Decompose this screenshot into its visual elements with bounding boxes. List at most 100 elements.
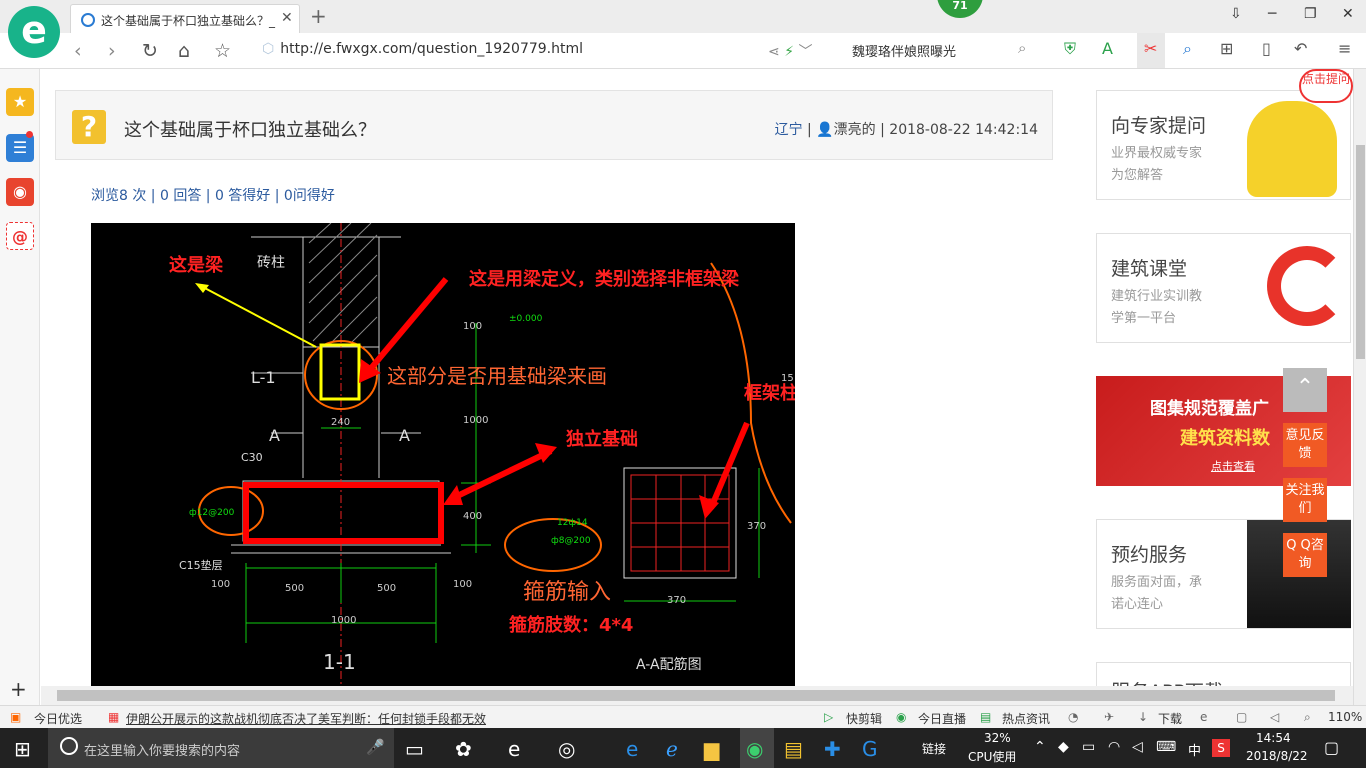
cad-label-a-right: A — [399, 426, 410, 445]
translate-icon[interactable]: A — [1102, 39, 1113, 58]
keyboard-icon[interactable]: ⌨ — [1156, 739, 1176, 755]
ad-app-download[interactable]: 服务APP下载 — [1096, 662, 1351, 686]
cad-drawing-image: 这是梁 这是用梁定义，类别选择非框架梁 这部分是否用基础梁来画 框架柱 独立基础… — [91, 223, 795, 686]
feedback-button[interactable]: 意见反馈 — [1283, 423, 1327, 467]
banner-link[interactable]: 点击查看 — [1211, 458, 1255, 474]
vertical-scrollbar[interactable] — [1353, 69, 1366, 705]
tray-network-icon[interactable]: ◆ — [1058, 739, 1069, 755]
window-icon[interactable]: ▢ — [1236, 710, 1247, 724]
quick-clip[interactable]: 快剪辑 — [846, 710, 882, 727]
new-tab-button[interactable]: + — [310, 4, 327, 28]
edge-icon[interactable]: e — [626, 737, 638, 761]
link-label[interactable]: 链接 — [922, 740, 946, 757]
search-icon[interactable]: ⌕ — [1018, 39, 1026, 57]
gift-icon: ▣ — [10, 710, 22, 724]
speed-icon[interactable]: ◔ — [1068, 710, 1078, 724]
favorites-star-icon[interactable]: ★ — [6, 88, 34, 116]
add-sidebar-icon[interactable]: + — [10, 677, 27, 701]
cad-label-beam: 这是梁 — [169, 254, 224, 276]
apps-grid-icon[interactable]: ⊞ — [1220, 39, 1233, 58]
search-box[interactable]: 魏璎珞伴娘照曝光 — [852, 41, 1022, 60]
score-badge[interactable]: 71 — [937, 0, 983, 18]
zoom-icon[interactable]: ⌕ — [1183, 39, 1192, 59]
back-icon[interactable]: ‹ — [74, 40, 82, 62]
windows-start-icon[interactable]: ⊞ — [14, 737, 31, 761]
clock-time[interactable]: 14:54 — [1256, 731, 1291, 745]
cad-label-foundation-beam-question: 这部分是否用基础梁来画 — [387, 364, 607, 388]
today-picks[interactable]: 今日优选 — [34, 710, 82, 727]
tab-close-icon[interactable]: ✕ — [281, 10, 293, 26]
weibo-icon[interactable]: ◉ — [6, 178, 34, 206]
file-explorer-icon[interactable]: ▆ — [704, 737, 719, 761]
close-window-button[interactable]: ✕ — [1342, 6, 1354, 22]
input-language[interactable]: 中 — [1188, 740, 1201, 759]
qq-consult-button[interactable]: Q Q咨询 — [1283, 533, 1327, 577]
follow-us-button[interactable]: 关注我们 — [1283, 478, 1327, 522]
app-swirl-icon[interactable]: ◎ — [558, 737, 575, 761]
ad-ask-expert[interactable]: 向专家提问 业界最权威专家 为您解答 — [1096, 90, 1351, 200]
banner-line2: 建筑资料数 — [1180, 428, 1270, 449]
vertical-scroll-thumb[interactable] — [1356, 145, 1365, 359]
back-to-top-icon[interactable]: ⌃ — [1283, 368, 1327, 412]
taskbar-search[interactable]: 在这里输入你要搜索的内容 🎤 — [48, 728, 394, 768]
lightning-icon[interactable]: ⚡ — [784, 44, 794, 60]
pin-icon[interactable]: ✈ — [1104, 710, 1114, 724]
notes-icon[interactable]: ▤ — [784, 737, 803, 761]
news-headline[interactable]: 伊朗公开展示的这款战机彻底否决了美军判断：任何封锁手段都无效 — [126, 710, 486, 727]
zoom-level[interactable]: 110% — [1328, 710, 1362, 724]
ie-mode-icon[interactable]: e — [1200, 710, 1207, 724]
horizontal-scrollbar[interactable] — [41, 686, 1353, 705]
hot-news[interactable]: 热点资讯 — [1002, 710, 1050, 727]
minimize-button[interactable]: ─ — [1268, 6, 1276, 22]
refresh-icon[interactable]: ↻ — [142, 40, 158, 62]
sogou-ime-icon[interactable]: S — [1212, 739, 1230, 757]
reading-list-icon[interactable]: ☰ — [6, 134, 34, 162]
username[interactable]: 漂亮的 — [834, 122, 876, 138]
app-plus-icon[interactable]: ✚ — [824, 737, 841, 761]
app-g-icon[interactable]: G — [862, 737, 878, 761]
banner-line1: 图集规范覆盖广 — [1150, 399, 1269, 419]
mail-icon[interactable]: @ — [6, 222, 34, 250]
cad-label-c15: C15垫层 — [179, 558, 223, 572]
address-bar[interactable]: ⬡ http://e.fwxgx.com/question_1920779.htm… — [262, 41, 762, 57]
ad-building-class[interactable]: 建筑课堂 建筑行业实训教 学第一平台 — [1096, 233, 1351, 343]
volume-icon[interactable]: ◁ — [1132, 739, 1143, 755]
share-icon[interactable]: ⋖ ⚡ ﹀ — [768, 41, 812, 61]
undo-icon[interactable]: ↶ — [1294, 39, 1307, 58]
clock-date[interactable]: 2018/8/22 — [1246, 749, 1308, 763]
location[interactable]: 辽宁 — [775, 122, 803, 138]
wifi-icon[interactable]: ◠ — [1108, 739, 1120, 755]
home-icon[interactable]: ⌂ — [178, 40, 190, 62]
today-live[interactable]: 今日直播 — [918, 710, 966, 727]
scissors-icon[interactable]: ✂ — [1144, 39, 1157, 58]
battery-icon[interactable]: ▭ — [1082, 739, 1095, 755]
download[interactable]: 下载 — [1158, 710, 1182, 727]
browser-active-icon[interactable]: ◉ — [746, 737, 763, 761]
tray-up-icon[interactable]: ⌃ — [1034, 739, 1046, 755]
ad-title: 建筑课堂 — [1111, 258, 1188, 280]
app-fan-icon[interactable]: ✿ — [455, 737, 472, 761]
speaker-icon[interactable]: ◁ — [1270, 710, 1279, 724]
cad-label-elevation: ±0.000 — [509, 314, 543, 324]
action-center-icon[interactable]: ▢ — [1324, 738, 1339, 757]
browser-logo-icon[interactable]: e — [8, 6, 60, 58]
zoom-icon[interactable]: ⌕ — [1304, 710, 1311, 725]
tab-active[interactable]: 这个基础属于杯口独立基础么？_ ✕ — [70, 4, 300, 33]
taskbar: ⊞ 在这里输入你要搜索的内容 🎤 ▭ ✿ e ◎ e ℯ ▆ ◉ ▤ ✚ G 链… — [0, 728, 1366, 768]
maximize-button[interactable]: ❐ — [1304, 6, 1317, 22]
security-shield-icon[interactable]: ⛨ — [1064, 39, 1076, 59]
ie-icon[interactable]: ℯ — [666, 737, 678, 761]
skin-icon[interactable]: ⇩ — [1230, 6, 1242, 22]
horizontal-scroll-thumb[interactable] — [57, 690, 1335, 701]
microphone-icon[interactable]: 🎤 — [366, 738, 385, 756]
task-view-icon[interactable]: ▭ — [405, 737, 424, 761]
dim-100-left: 100 — [211, 579, 230, 590]
menu-icon[interactable]: ≡ — [1338, 39, 1351, 58]
browser-e-icon[interactable]: e — [508, 737, 520, 761]
hot-news-icon: ▤ — [980, 710, 992, 724]
cad-label-section-1-1: 1-1 — [323, 650, 356, 674]
ask-question-tag[interactable]: 点击提问 — [1299, 69, 1353, 103]
mobile-icon[interactable]: ▯ — [1262, 39, 1271, 58]
forward-icon[interactable]: › — [108, 40, 116, 62]
favorite-star-icon[interactable]: ☆ — [214, 40, 231, 62]
